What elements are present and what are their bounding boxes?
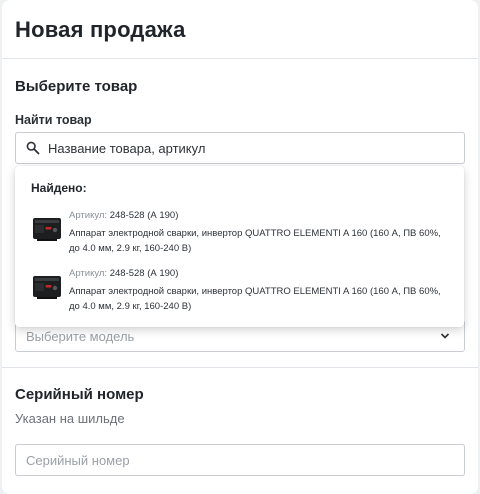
chevron-down-icon[interactable] (438, 329, 452, 343)
search-results-dropdown: Найдено: Артикул: 248-528 (А 190) Аппара… (15, 166, 464, 327)
welder-thumbnail-icon (31, 212, 63, 244)
serial-number-placeholder[interactable]: Серийный номер (26, 453, 130, 468)
sku-label: Артикул: (69, 268, 108, 279)
result-description: Аппарат электродной сварки, инвертор QUA… (69, 228, 441, 254)
serial-hint: Указан на шильде (15, 411, 125, 426)
result-info: Артикул: 248-528 (А 190) Аппарат электро… (69, 268, 449, 316)
sku-label: Артикул: (69, 210, 108, 221)
search-icon (26, 140, 42, 156)
section-title-product: Выберите товар (15, 78, 138, 95)
result-info: Артикул: 248-528 (А 190) Аппарат электро… (69, 210, 449, 258)
result-sku: Артикул: 248-528 (А 190) (69, 268, 449, 280)
result-sku: Артикул: 248-528 (А 190) (69, 210, 449, 222)
page-title: Новая продажа (15, 17, 186, 42)
found-label: Найдено: (31, 181, 87, 195)
search-result-item[interactable]: Артикул: 248-528 (А 190) Аппарат электро… (31, 268, 451, 316)
search-input-value[interactable]: Название товара, артикул (48, 141, 205, 156)
search-label: Найти товар (15, 113, 92, 127)
serial-number-input[interactable]: Серийный номер (15, 444, 465, 476)
sku-value: 248-528 (А 190) (109, 268, 179, 279)
section-divider (2, 367, 478, 368)
model-select-placeholder: Выберите модель (26, 328, 135, 344)
sku-value: 248-528 (А 190) (109, 210, 179, 221)
result-description: Аппарат электродной сварки, инвертор QUA… (69, 286, 441, 312)
header: Новая продажа (2, 0, 478, 59)
serial-section-title-wrap: Серийный номер (15, 386, 465, 403)
product-section-title: Выберите товар (15, 78, 465, 95)
serial-hint-wrap: Указан на шильде (15, 411, 465, 426)
search-result-item[interactable]: Артикул: 248-528 (А 190) Аппарат электро… (31, 210, 451, 258)
product-search-input[interactable]: Название товара, артикул (15, 132, 465, 164)
search-label-wrap: Найти товар (15, 113, 465, 127)
welder-thumbnail-icon (31, 270, 63, 302)
section-title-serial: Серийный номер (15, 386, 144, 403)
